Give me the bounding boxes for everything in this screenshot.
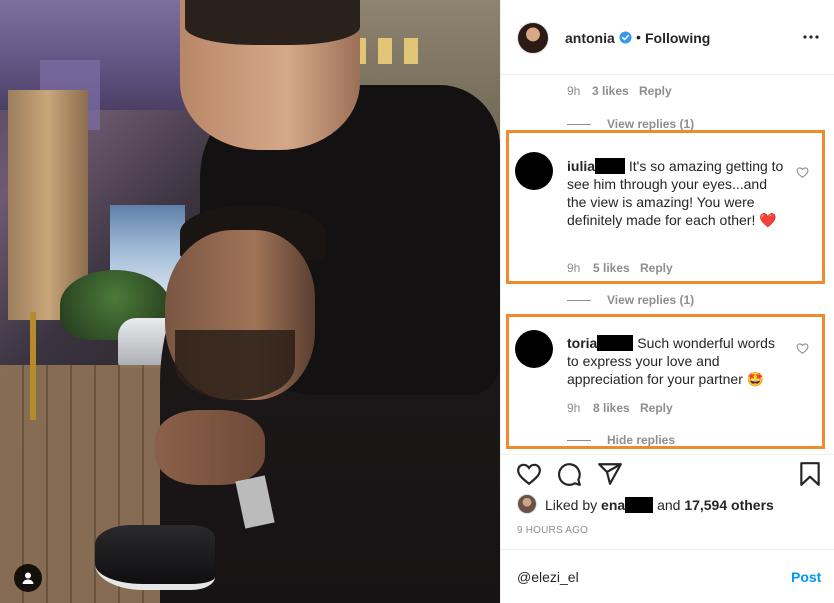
- star-struck-emoji: 🤩: [746, 371, 765, 387]
- photo-man-beard: [175, 330, 295, 400]
- post-timestamp[interactable]: 9 HOURS AGO: [517, 525, 588, 536]
- liked-by-and: and: [657, 497, 681, 513]
- commenter-avatar[interactable]: [515, 152, 553, 190]
- comment-item: iulia It's so amazing getting to see him…: [506, 130, 825, 284]
- heart-emoji: ❤️: [759, 212, 777, 228]
- header-separator: •: [636, 29, 641, 45]
- commenter-avatar[interactable]: [515, 330, 553, 368]
- post-header: antonia • Following: [501, 0, 834, 75]
- post-comment-button[interactable]: Post: [791, 569, 821, 585]
- liked-by-others[interactable]: 17,594 others: [684, 497, 774, 513]
- share-icon[interactable]: [597, 461, 623, 487]
- tagged-users-button[interactable]: [14, 564, 42, 592]
- hide-replies-button[interactable]: Hide replies: [607, 433, 675, 447]
- photo-shoe: [95, 525, 215, 590]
- comment-input[interactable]: @elezi_el: [517, 569, 579, 585]
- liked-by-prefix: Liked by: [545, 497, 598, 513]
- comment-likes[interactable]: 5 likes: [593, 261, 630, 275]
- comment-item: toria Such wonderful words to express yo…: [506, 314, 825, 449]
- liked-by-text: Liked by ena and 17,594 others: [545, 497, 774, 513]
- redaction-box: [625, 497, 654, 513]
- post-action-bar: [501, 454, 834, 494]
- following-button[interactable]: Following: [645, 30, 710, 46]
- author-username[interactable]: antonia: [565, 30, 615, 46]
- comment-reply-button[interactable]: Reply: [640, 261, 673, 275]
- redaction-box: [595, 158, 626, 174]
- view-replies-button[interactable]: View replies (1): [607, 293, 694, 307]
- like-comment-heart-icon[interactable]: [796, 342, 809, 355]
- redaction-box: [597, 335, 634, 351]
- replies-divider: [567, 124, 591, 125]
- heart-icon[interactable]: [516, 461, 542, 487]
- replies-divider: [567, 300, 591, 301]
- post-details-panel: antonia • Following 9h 3 likes Reply Vie…: [500, 0, 834, 603]
- user-tag-icon: [22, 572, 34, 584]
- view-replies-button[interactable]: View replies (1): [607, 117, 694, 131]
- liker-avatar[interactable]: [517, 494, 537, 514]
- comment-time: 9h: [567, 84, 581, 98]
- comment-icon[interactable]: [556, 461, 582, 487]
- more-horizontal-icon[interactable]: [801, 28, 821, 46]
- replies-divider: [567, 440, 591, 441]
- comment-reply-button[interactable]: Reply: [639, 84, 672, 98]
- comment-time: 9h: [567, 401, 581, 415]
- photo-hand: [155, 410, 265, 485]
- comment-reply-button[interactable]: Reply: [640, 401, 673, 415]
- bookmark-icon[interactable]: [797, 461, 823, 487]
- comment-body: iulia It's so amazing getting to see him…: [567, 157, 787, 229]
- verified-badge-icon: [619, 31, 632, 44]
- add-comment-bar: @elezi_el Post: [501, 549, 834, 603]
- author-avatar[interactable]: [517, 22, 549, 54]
- post-photo[interactable]: [0, 0, 500, 603]
- comment-likes[interactable]: 8 likes: [593, 401, 630, 415]
- like-comment-heart-icon[interactable]: [796, 166, 809, 179]
- photo-pole: [30, 312, 36, 420]
- commenter-username[interactable]: toria: [567, 335, 597, 351]
- comment-body: toria Such wonderful words to express yo…: [567, 334, 789, 388]
- liked-by-user[interactable]: ena: [601, 497, 625, 513]
- photo-child-hair: [185, 0, 360, 45]
- comment-time: 9h: [567, 261, 581, 275]
- comment-likes[interactable]: 3 likes: [592, 84, 629, 98]
- commenter-username[interactable]: iulia: [567, 158, 595, 174]
